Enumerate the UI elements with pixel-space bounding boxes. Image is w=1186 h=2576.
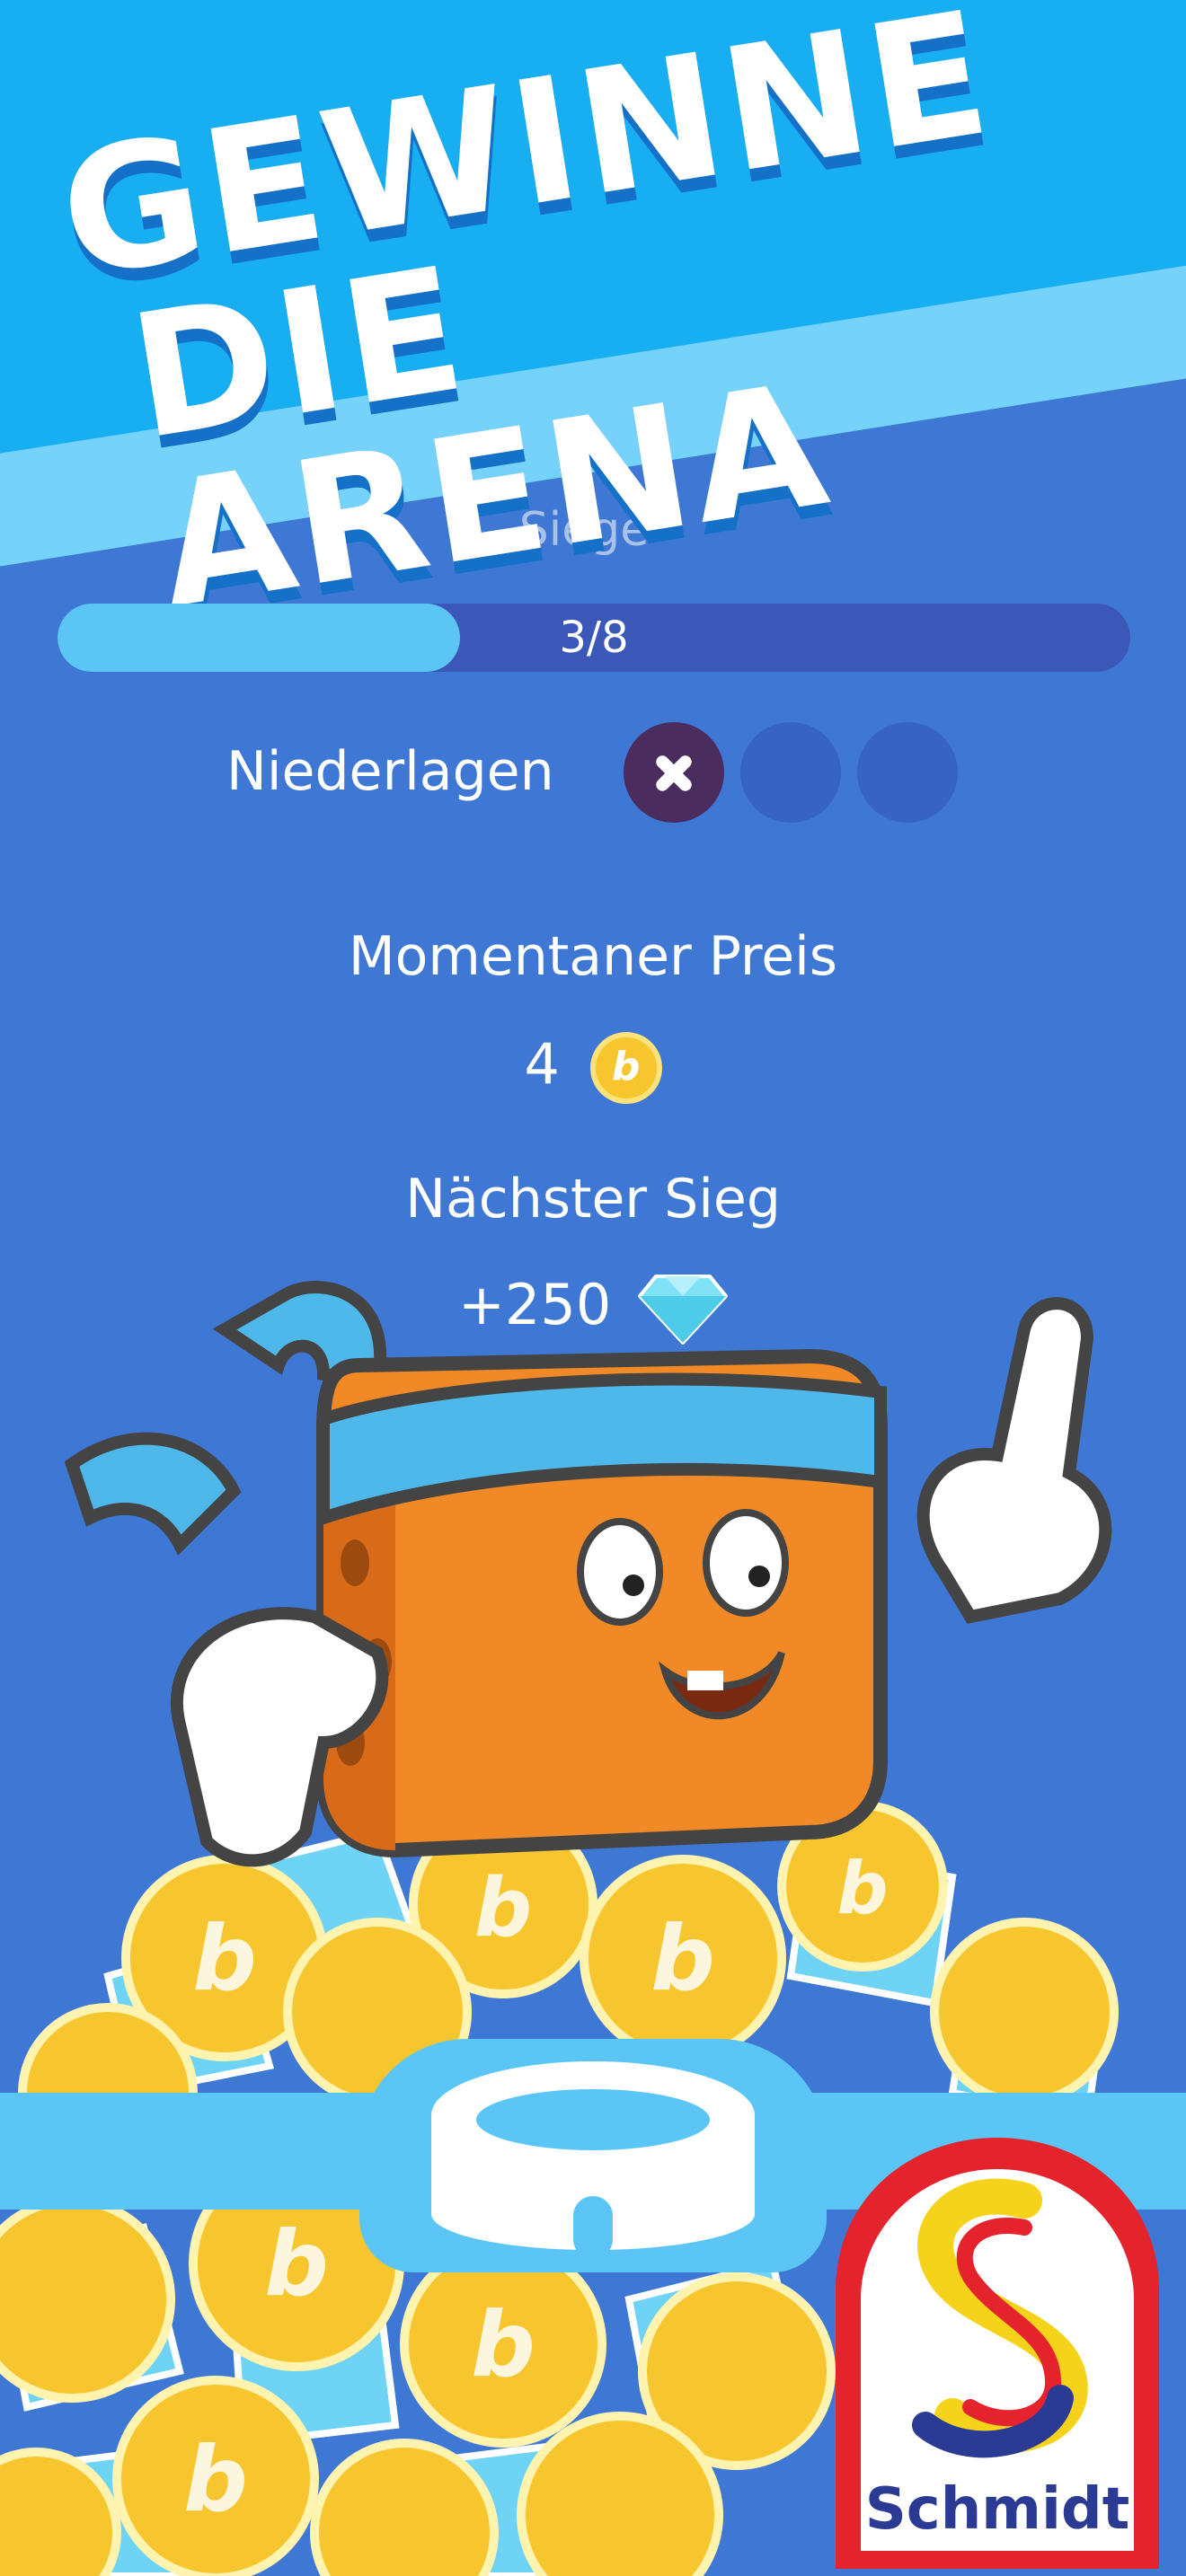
- loss-indicator: [624, 722, 724, 823]
- coin-icon: b: [589, 1031, 662, 1104]
- next-win-label: Nächster Sieg: [405, 1168, 781, 1231]
- current-prize-label: Momentaner Preis: [348, 925, 838, 988]
- current-prize-row: 4 b: [0, 1031, 1186, 1104]
- svg-text:b: b: [183, 2427, 248, 2532]
- promo-headline: GEWINNE DIE ARENA: [2, 0, 1146, 647]
- mascot-dice-character: [64, 1281, 1112, 1867]
- svg-text:b: b: [192, 1906, 257, 2011]
- losses-label: Niederlagen: [226, 740, 554, 803]
- wins-progress-text: 3/8: [559, 613, 629, 663]
- current-prize-value: 4: [524, 1031, 560, 1097]
- losses-row: Niederlagen: [0, 719, 1186, 825]
- brand-name: Schmidt: [865, 2476, 1130, 2543]
- loss-indicator: [857, 722, 958, 823]
- arena-stadium-icon[interactable]: [422, 2043, 764, 2259]
- svg-text:b: b: [264, 2211, 329, 2316]
- svg-text:b: b: [471, 2292, 535, 2397]
- svg-text:b: b: [651, 1906, 715, 2011]
- schmidt-logo: Schmidt: [836, 2138, 1159, 2569]
- wins-progress-bar: 3/8: [58, 604, 1130, 672]
- loss-indicator: [740, 722, 841, 823]
